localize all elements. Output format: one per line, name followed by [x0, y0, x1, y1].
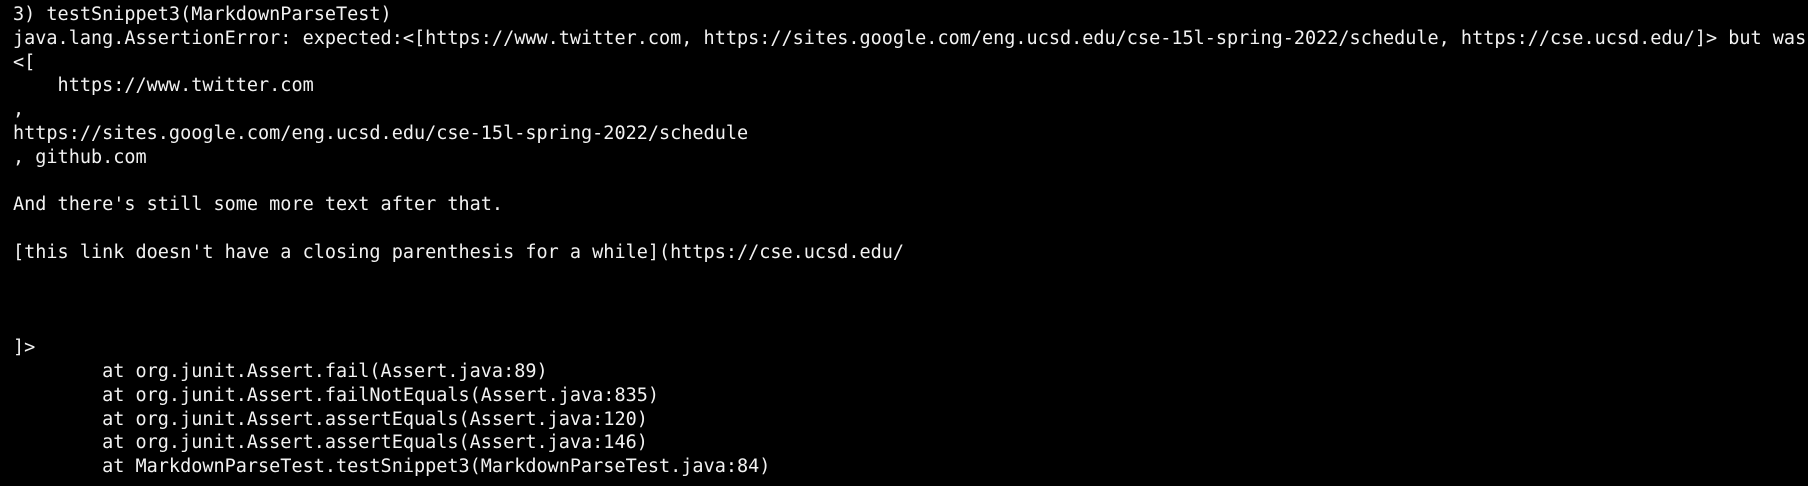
- stack-trace-line: at org.junit.Assert.fail(Assert.java:89): [13, 360, 548, 382]
- assertion-error-line: java.lang.AssertionError: expected:<[htt…: [13, 27, 1808, 49]
- output-line: https://www.twitter.com: [13, 75, 314, 97]
- output-line: <[: [13, 51, 36, 73]
- stack-trace-line: at org.junit.Assert.failNotEquals(Assert…: [13, 384, 660, 406]
- output-line: [this link doesn't have a closing parent…: [13, 241, 905, 263]
- output-line: , github.com: [13, 146, 147, 168]
- output-line: https://sites.google.com/eng.ucsd.edu/cs…: [13, 122, 749, 144]
- output-line: And there's still some more text after t…: [13, 194, 504, 216]
- terminal-output[interactable]: 3) testSnippet3(MarkdownParseTest) java.…: [0, 0, 1808, 486]
- test-failure-header: 3) testSnippet3(MarkdownParseTest): [13, 4, 392, 25]
- stack-trace-line: at org.junit.Assert.assertEquals(Assert.…: [13, 408, 648, 430]
- stack-trace-line: at MarkdownParseTest.testSnippet3(Markdo…: [13, 456, 771, 478]
- stack-trace-line: at org.junit.Assert.assertEquals(Assert.…: [13, 432, 648, 454]
- output-line: ]>: [13, 337, 36, 359]
- output-line: ,: [13, 99, 25, 121]
